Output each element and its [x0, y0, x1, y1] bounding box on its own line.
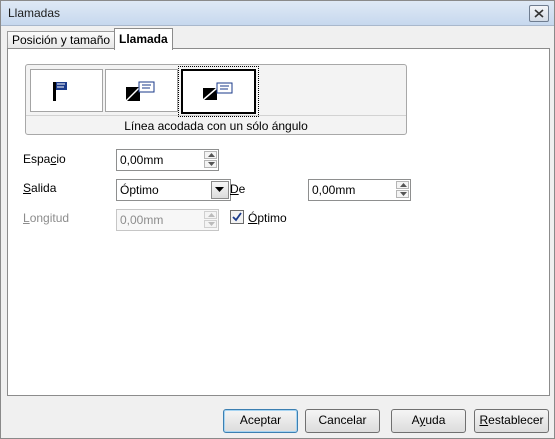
callout-type-one-angle-button[interactable] [178, 66, 259, 117]
callout-type-angled-icon [125, 81, 155, 102]
callout-type-one-angle-icon [202, 82, 233, 101]
extension-dropdown-button[interactable] [211, 181, 229, 199]
spin-down-icon [400, 192, 407, 196]
spin-up-icon [400, 183, 407, 187]
length-label: Longitud [23, 211, 70, 225]
spin-up-icon [208, 153, 215, 157]
help-button[interactable]: Ayuda [391, 409, 466, 433]
by-increment-button[interactable] [396, 181, 409, 189]
by-value: 0,00mm [312, 183, 356, 197]
dialog-window: Llamadas Posición y tamaño Llamada Línea… [0, 0, 555, 439]
optimal-checkbox[interactable] [230, 210, 244, 224]
chevron-down-icon [215, 187, 224, 192]
optimal-label: Óptimo [248, 211, 287, 225]
by-label: De [230, 182, 246, 196]
accept-button[interactable]: Aceptar [223, 409, 298, 433]
callout-type-selector: Línea acodada con un sólo ángulo [25, 64, 407, 135]
spin-down-icon [208, 162, 215, 166]
tab-callout[interactable]: Llamada [114, 28, 173, 50]
callout-type-angled-button[interactable] [105, 69, 178, 112]
spacing-increment-button[interactable] [204, 151, 217, 159]
length-value: 0,00mm [120, 213, 164, 227]
extension-select[interactable]: Óptimo [116, 179, 231, 201]
window-title: Llamadas [8, 6, 61, 20]
length-decrement-button[interactable] [204, 220, 217, 228]
length-increment-button[interactable] [204, 211, 217, 219]
close-button[interactable] [529, 5, 549, 22]
extension-value: Óptimo [120, 183, 159, 197]
by-decrement-button[interactable] [396, 190, 409, 198]
spacing-decrement-button[interactable] [204, 160, 217, 168]
spacing-field[interactable]: 0,00mm [116, 149, 219, 171]
reset-button[interactable]: Restablecer [474, 409, 549, 433]
extension-label: Salida [23, 181, 57, 195]
spacing-label: Espacio [23, 152, 66, 166]
tab-position-size[interactable]: Posición y tamaño [7, 31, 116, 49]
length-field[interactable]: 0,00mm [116, 209, 219, 231]
callout-type-straight-icon [53, 82, 67, 101]
spacing-value: 0,00mm [120, 153, 164, 167]
tab-panel: Línea acodada con un sólo ángulo Espacio… [7, 48, 550, 396]
close-icon [534, 9, 544, 18]
checkmark-icon [232, 212, 242, 222]
by-field[interactable]: 0,00mm [308, 179, 411, 201]
cancel-button[interactable]: Cancelar [305, 409, 380, 433]
callout-type-straight-button[interactable] [30, 69, 103, 112]
spin-down-icon [208, 222, 215, 226]
title-bar: Llamadas [1, 1, 554, 26]
spin-up-icon [208, 213, 215, 217]
callout-type-description: Línea acodada con un sólo ángulo [26, 115, 406, 133]
